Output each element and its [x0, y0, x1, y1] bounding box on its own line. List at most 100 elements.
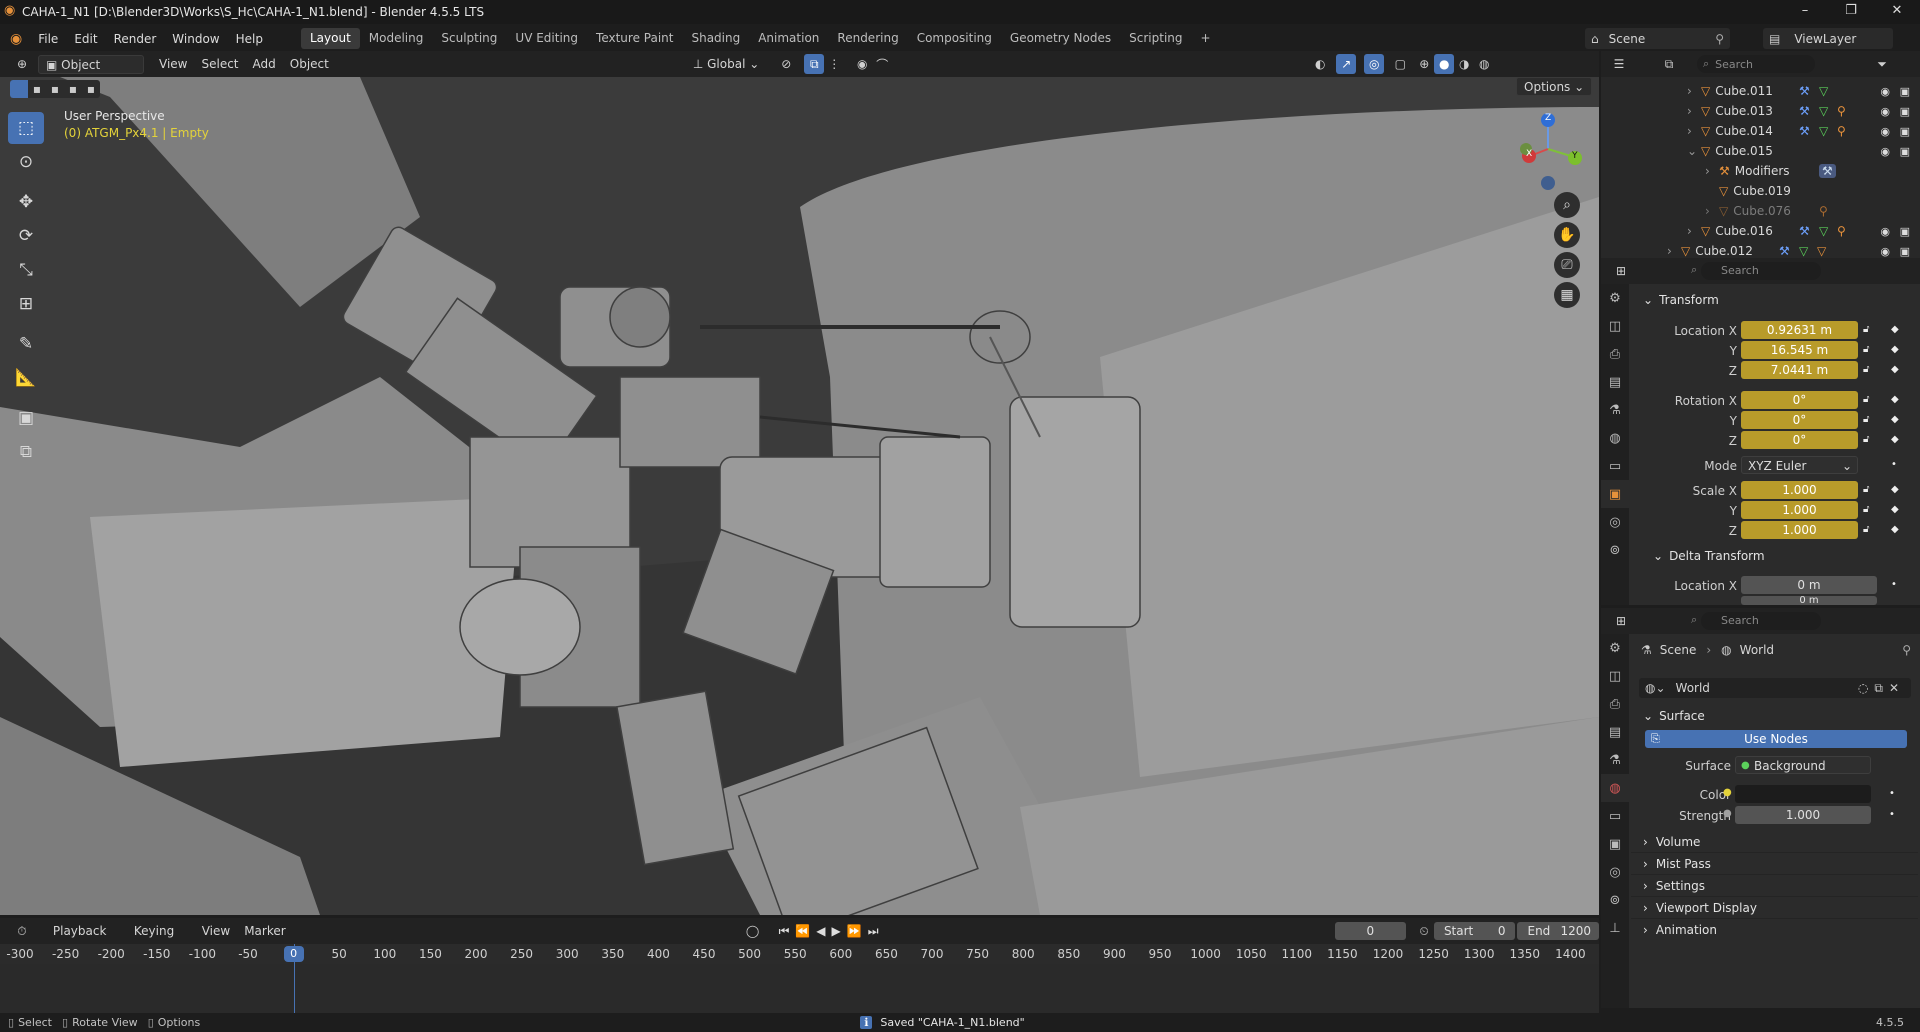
- menu-playback[interactable]: Playback ⌄: [46, 922, 127, 957]
- render-camera-icon[interactable]: ▣: [1900, 245, 1910, 258]
- gizmo-toggle-icon[interactable]: ↗: [1336, 54, 1357, 74]
- lock-icon[interactable]: 🔓︎: [1863, 504, 1869, 515]
- lock-icon[interactable]: 🔓︎: [1863, 324, 1869, 335]
- expand-icon[interactable]: ›: [1705, 164, 1719, 178]
- rotation-mode-dropdown[interactable]: XYZ Euler ⌄: [1741, 456, 1858, 474]
- outliner-row-cube-019[interactable]: ▽ Cube.019: [1601, 181, 1920, 201]
- keyframe-dot-icon[interactable]: •: [1891, 459, 1897, 470]
- workspace-tab-geometry-nodes[interactable]: Geometry Nodes: [1001, 28, 1120, 49]
- zoom-icon[interactable]: ⌕: [1554, 192, 1580, 218]
- rotation-z-field[interactable]: 0°: [1741, 431, 1858, 449]
- outliner-row-cube-014[interactable]: › ▽ Cube.014 ⚒ ▽ ⚲ ◉ ▣: [1601, 121, 1920, 141]
- lock-icon[interactable]: 🔓︎: [1863, 364, 1869, 375]
- select-invert-icon[interactable]: ▪: [64, 82, 82, 96]
- menu-window[interactable]: Window: [164, 32, 227, 46]
- playback-controls[interactable]: ⏮⏪◀▶⏩⏭: [779, 924, 885, 939]
- visibility-eye-icon[interactable]: ◉: [1880, 125, 1890, 138]
- select-subtract-icon[interactable]: ▪: [46, 82, 64, 96]
- object-tab-icon[interactable]: ▣: [1601, 480, 1629, 508]
- lock-icon[interactable]: 🔓︎: [1863, 434, 1869, 445]
- data-tab-icon[interactable]: ⊥: [1601, 914, 1629, 942]
- xray-icon[interactable]: ▢: [1390, 54, 1410, 74]
- render-camera-icon[interactable]: ▣: [1900, 225, 1910, 238]
- wireframe-shading-icon[interactable]: ⊕: [1414, 54, 1434, 74]
- blender-menu-icon[interactable]: ◉: [10, 31, 22, 47]
- start-frame-field[interactable]: Start 0: [1433, 922, 1516, 940]
- outliner-row-modifiers[interactable]: › ⚒ Modifiers ⚒: [1601, 161, 1920, 181]
- expand-icon[interactable]: ›: [1687, 104, 1701, 118]
- world-color-swatch[interactable]: [1735, 785, 1871, 803]
- location-z-field[interactable]: 7.0441 m: [1741, 361, 1858, 379]
- minimize-button[interactable]: –: [1782, 0, 1828, 24]
- workspace-tab-modeling[interactable]: Modeling: [360, 28, 433, 49]
- keyframe-icon[interactable]: ◆: [1891, 344, 1899, 355]
- keyframe-icon[interactable]: ◆: [1891, 524, 1899, 535]
- physics-tab-icon[interactable]: ◎: [1601, 508, 1629, 536]
- select-mode-toggles[interactable]: ▪ ▪ ▪ ▪: [10, 80, 100, 98]
- keyframe-icon[interactable]: ◆: [1891, 414, 1899, 425]
- proportional-edit-icon[interactable]: ◉: [852, 54, 872, 74]
- outliner-row-cube-016[interactable]: › ▽ Cube.016 ⚒ ▽ ⚲ ◉ ▣: [1601, 221, 1920, 241]
- scale-x-field[interactable]: 1.000: [1741, 481, 1858, 499]
- outliner-row-cube-076[interactable]: › ▽ Cube.076 ⚲: [1601, 201, 1920, 221]
- timeline-editor-icon[interactable]: ⏱: [12, 921, 32, 941]
- filter-icon[interactable]: ⏷: [1872, 54, 1892, 74]
- expand-icon[interactable]: ›: [1705, 204, 1719, 218]
- visibility-eye-icon[interactable]: ◉: [1880, 225, 1890, 238]
- properties-search[interactable]: Search: [1701, 612, 1821, 630]
- falloff-icon[interactable]: ⌒: [872, 54, 892, 74]
- keyframe-dot-icon[interactable]: •: [1889, 788, 1895, 799]
- overlay-toggle-icon[interactable]: ◎: [1364, 54, 1385, 74]
- view-layer-selector[interactable]: ▤ ViewLayer: [1763, 28, 1893, 49]
- frame-ruler[interactable]: -300 -250 -200 -150 -100 -50 0 50 100 150 200 250 30…: [0, 944, 1599, 964]
- rotation-y-field[interactable]: 0°: [1741, 411, 1858, 429]
- close-button[interactable]: ✕: [1874, 0, 1920, 24]
- menu-select[interactable]: Select: [194, 55, 245, 74]
- display-mode-icon[interactable]: ⧉: [1659, 54, 1679, 74]
- constraints-tab-icon[interactable]: ⊚: [1601, 536, 1629, 564]
- world-browse-icon[interactable]: ◍⌄: [1645, 681, 1666, 695]
- add-cube-tool-icon[interactable]: ▣: [8, 402, 44, 434]
- keyframe-icon[interactable]: ◆: [1891, 324, 1899, 335]
- keyframe-icon[interactable]: ◆: [1891, 364, 1899, 375]
- collection-tab-icon[interactable]: ▭: [1601, 452, 1629, 480]
- use-nodes-button[interactable]: ⎘ Use Nodes: [1645, 730, 1907, 748]
- outliner-row-cube-011[interactable]: › ▽ Cube.011 ⚒ ▽ ◉ ▣: [1601, 81, 1920, 101]
- auto-key-icon[interactable]: ◯: [743, 921, 763, 941]
- delta-location-x-field[interactable]: 0 m: [1741, 576, 1877, 594]
- properties-editor-icon[interactable]: ⊞: [1611, 611, 1631, 631]
- strength-field[interactable]: 1.000: [1735, 806, 1871, 824]
- scale-tool-icon[interactable]: ⤡: [8, 254, 44, 286]
- expand-icon[interactable]: ›: [1687, 84, 1701, 98]
- keyframe-icon[interactable]: ◆: [1891, 394, 1899, 405]
- pin-icon[interactable]: ⚲: [1715, 32, 1724, 46]
- tool-tab-icon[interactable]: ⚙: [1601, 634, 1629, 662]
- render-camera-icon[interactable]: ▣: [1900, 145, 1910, 158]
- lock-icon[interactable]: 🔓︎: [1863, 344, 1869, 355]
- keyframe-icon[interactable]: ◆: [1891, 484, 1899, 495]
- solid-shading-icon[interactable]: ●: [1434, 54, 1455, 74]
- rotation-x-field[interactable]: 0°: [1741, 391, 1858, 409]
- menu-help[interactable]: Help: [228, 32, 271, 46]
- current-frame-field[interactable]: 0: [1334, 922, 1407, 940]
- transform-tool-icon[interactable]: ⊞: [8, 288, 44, 320]
- expand-icon[interactable]: ›: [1687, 224, 1701, 238]
- expand-icon[interactable]: ›: [1687, 124, 1701, 138]
- outliner-editor-icon[interactable]: ☰: [1609, 54, 1629, 74]
- keyframe-dot-icon[interactable]: •: [1889, 809, 1895, 820]
- mode-dropdown[interactable]: ▣ Object Mode ⌄: [38, 54, 144, 91]
- menu-add[interactable]: Add: [246, 55, 283, 74]
- keyframe-dot-icon[interactable]: •: [1891, 579, 1897, 590]
- delta-transform-header[interactable]: ⌄ Delta Transform: [1641, 544, 1901, 568]
- view-layer-tab-icon[interactable]: ▤: [1601, 718, 1629, 746]
- orientation-dropdown[interactable]: ⊥ Global ⌄: [686, 55, 766, 74]
- add-workspace-button[interactable]: +: [1192, 28, 1220, 49]
- scene-selector[interactable]: ⌂ Scene ⚲: [1585, 28, 1730, 49]
- section-animation[interactable]: › Animation: [1631, 919, 1918, 941]
- constraints-tab-icon[interactable]: ⊚: [1601, 886, 1629, 914]
- scale-y-field[interactable]: 1.000: [1741, 501, 1858, 519]
- world-name-field[interactable]: World: [1676, 681, 1710, 695]
- cursor-tool-icon[interactable]: ⊙: [8, 146, 44, 178]
- menu-file[interactable]: File: [30, 32, 66, 46]
- pin-icon[interactable]: ⚲: [1902, 643, 1911, 657]
